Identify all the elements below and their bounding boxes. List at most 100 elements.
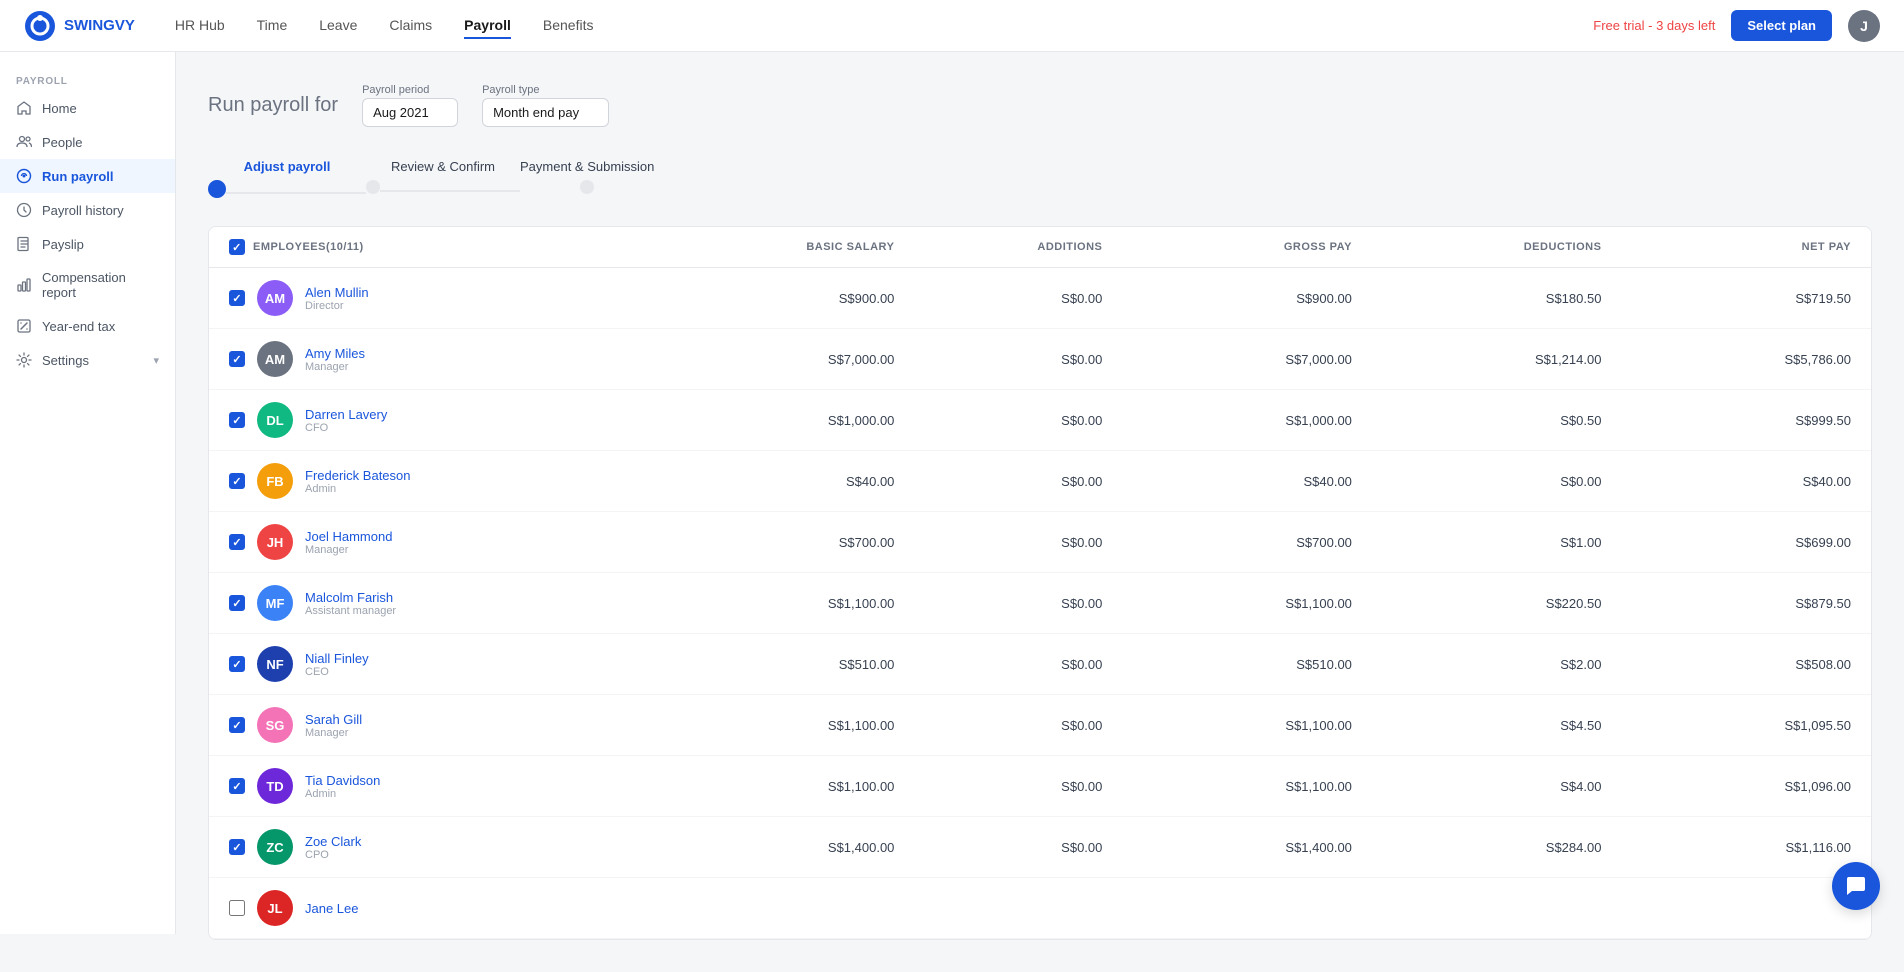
employee-role: Manager (305, 544, 392, 556)
deductions: S$180.50 (1352, 291, 1602, 306)
net-pay: S$508.00 (1601, 657, 1851, 672)
step-dot-payment (580, 180, 594, 194)
sidebar-item-payslip-label: Payslip (42, 237, 84, 252)
employee-cell: JH Joel Hammond Manager (229, 524, 645, 560)
sidebar-item-compensation-report[interactable]: Compensation report (0, 261, 175, 309)
row-checkbox[interactable] (229, 595, 245, 611)
nav-benefits[interactable]: Benefits (543, 13, 594, 39)
table-row: JH Joel Hammond Manager S$700.00 S$0.00 … (209, 512, 1871, 573)
nav-payroll[interactable]: Payroll (464, 13, 511, 39)
table-row: AM Amy Miles Manager S$7,000.00 S$0.00 S… (209, 329, 1871, 390)
basic-salary: S$1,100.00 (645, 779, 895, 794)
chat-button[interactable] (1832, 862, 1880, 910)
avatar: DL (257, 402, 293, 438)
nav-leave[interactable]: Leave (319, 13, 357, 39)
table-row: AM Alen Mullin Director S$900.00 S$0.00 … (209, 268, 1871, 329)
sidebar-item-settings-label: Settings (42, 353, 89, 368)
employee-name[interactable]: Niall Finley (305, 651, 369, 666)
payroll-table: EMPLOYEES(10/11) BASIC SALARY ADDITIONS … (208, 226, 1872, 940)
gross-pay: S$1,100.00 (1102, 596, 1352, 611)
employee-name[interactable]: Jane Lee (305, 901, 359, 916)
employee-name[interactable]: Tia Davidson (305, 773, 380, 788)
employee-name[interactable]: Darren Lavery (305, 407, 387, 422)
net-pay: S$40.00 (1601, 474, 1851, 489)
employee-name[interactable]: Frederick Bateson (305, 468, 411, 483)
basic-salary: S$1,000.00 (645, 413, 895, 428)
sidebar-item-settings[interactable]: Settings ▾ (0, 343, 175, 377)
chart-icon (16, 277, 32, 293)
step-adjust-label: Adjust payroll (244, 159, 331, 174)
employee-name[interactable]: Joel Hammond (305, 529, 392, 544)
gross-pay: S$1,400.00 (1102, 840, 1352, 855)
nav-items: HR Hub Time Leave Claims Payroll Benefit… (175, 13, 1593, 39)
net-pay: S$699.00 (1601, 535, 1851, 550)
row-checkbox[interactable] (229, 534, 245, 550)
sidebar-section-label: PAYROLL (0, 68, 175, 91)
net-pay: S$1,095.50 (1601, 718, 1851, 733)
nav-right: Free trial - 3 days left Select plan J (1593, 10, 1880, 42)
main-content: Run payroll for Payroll period Aug 2021 … (176, 52, 1904, 972)
row-checkbox[interactable] (229, 473, 245, 489)
home-icon (16, 100, 32, 116)
basic-salary: S$1,400.00 (645, 840, 895, 855)
col-net-pay: NET PAY (1601, 241, 1851, 253)
nav-time[interactable]: Time (257, 13, 288, 39)
table-row: TD Tia Davidson Admin S$1,100.00 S$0.00 … (209, 756, 1871, 817)
sidebar-item-people-label: People (42, 135, 82, 150)
row-checkbox[interactable] (229, 290, 245, 306)
additions: S$0.00 (894, 474, 1102, 489)
row-checkbox[interactable] (229, 412, 245, 428)
employee-role: CEO (305, 666, 369, 678)
sidebar-item-people[interactable]: People (0, 125, 175, 159)
employee-name[interactable]: Sarah Gill (305, 712, 362, 727)
payroll-type-label: Payroll type (482, 84, 609, 96)
logo[interactable]: SWINGVY (24, 10, 135, 42)
period-group: Payroll period Aug 2021 Sep 2021 (362, 84, 458, 127)
avatar: NF (257, 646, 293, 682)
row-checkbox[interactable] (229, 778, 245, 794)
sidebar-item-home[interactable]: Home (0, 91, 175, 125)
steps-container: Adjust payroll Review & Confirm Payment … (208, 159, 1872, 198)
payroll-type-select[interactable]: Month end pay Mid-month pay (482, 98, 609, 127)
employee-cell: FB Frederick Bateson Admin (229, 463, 645, 499)
type-group: Payroll type Month end pay Mid-month pay (482, 84, 609, 127)
employee-role: Admin (305, 483, 411, 495)
sidebar-item-payslip[interactable]: Payslip (0, 227, 175, 261)
user-avatar[interactable]: J (1848, 10, 1880, 42)
select-all-checkbox[interactable] (229, 239, 245, 255)
nav-claims[interactable]: Claims (389, 13, 432, 39)
run-payroll-icon (16, 168, 32, 184)
select-plan-button[interactable]: Select plan (1731, 10, 1832, 41)
sidebar-item-payroll-history[interactable]: Payroll history (0, 193, 175, 227)
row-checkbox[interactable] (229, 351, 245, 367)
employee-name[interactable]: Alen Mullin (305, 285, 369, 300)
sidebar-item-run-payroll[interactable]: Run payroll (0, 159, 175, 193)
nav-hr-hub[interactable]: HR Hub (175, 13, 225, 39)
avatar: JH (257, 524, 293, 560)
avatar: SG (257, 707, 293, 743)
payroll-period-select[interactable]: Aug 2021 Sep 2021 (362, 98, 458, 127)
row-checkbox[interactable] (229, 839, 245, 855)
employee-cell: DL Darren Lavery CFO (229, 402, 645, 438)
step-dot-review (366, 180, 380, 194)
sidebar: PAYROLL Home People Run payroll Payroll … (0, 52, 176, 934)
sidebar-item-year-end-tax[interactable]: Year-end tax (0, 309, 175, 343)
step-adjust-payroll: Adjust payroll (208, 159, 366, 198)
employee-name[interactable]: Zoe Clark (305, 834, 361, 849)
additions: S$0.00 (894, 291, 1102, 306)
step-line-1 (226, 192, 366, 194)
employee-name[interactable]: Malcolm Farish (305, 590, 396, 605)
people-icon (16, 134, 32, 150)
deductions: S$0.50 (1352, 413, 1602, 428)
step-payment-label: Payment & Submission (520, 159, 654, 174)
basic-salary: S$1,100.00 (645, 718, 895, 733)
employee-name[interactable]: Amy Miles (305, 346, 365, 361)
deductions: S$284.00 (1352, 840, 1602, 855)
row-checkbox[interactable] (229, 717, 245, 733)
step-review-label: Review & Confirm (391, 159, 495, 174)
row-checkbox[interactable] (229, 900, 245, 916)
row-checkbox[interactable] (229, 656, 245, 672)
additions: S$0.00 (894, 352, 1102, 367)
gross-pay: S$1,000.00 (1102, 413, 1352, 428)
table-header: EMPLOYEES(10/11) BASIC SALARY ADDITIONS … (209, 227, 1871, 268)
